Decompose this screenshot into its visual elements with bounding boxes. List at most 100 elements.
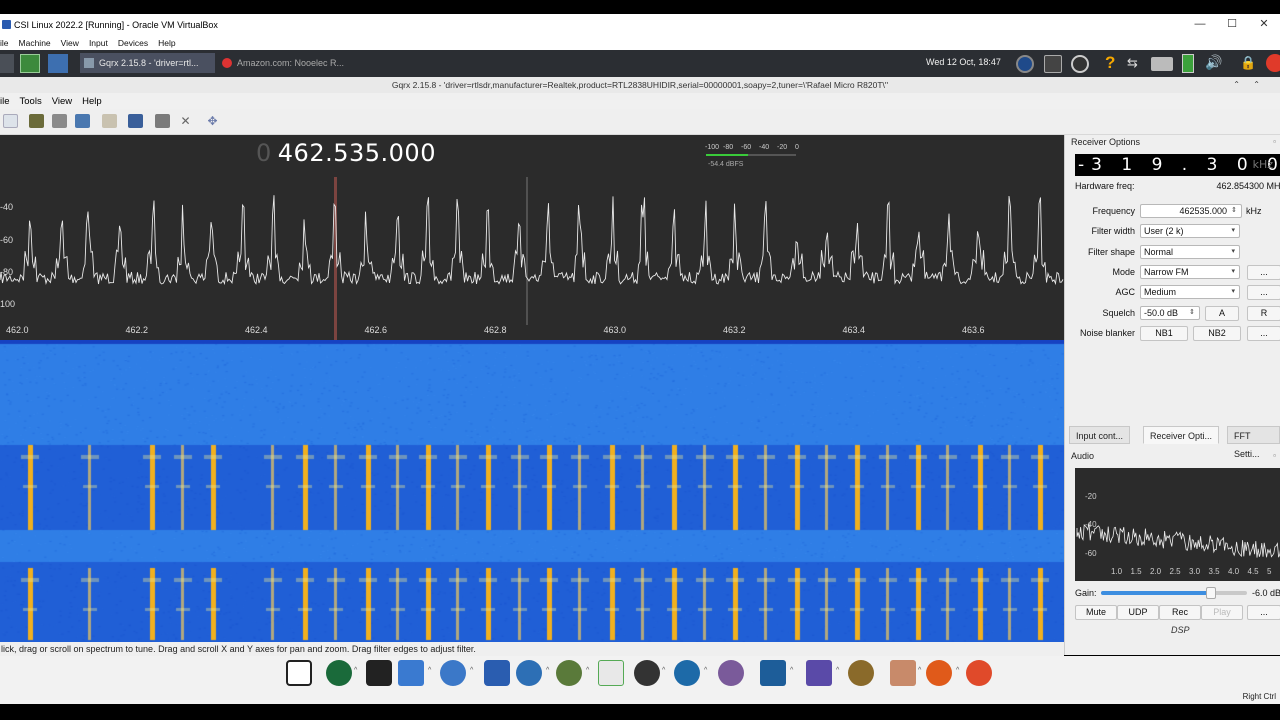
graduation-cap-icon[interactable] (966, 660, 992, 686)
terminal-icon[interactable] (366, 660, 392, 686)
network-icon[interactable]: ⇆ (1127, 55, 1138, 71)
text-editor-icon[interactable] (398, 660, 424, 686)
record-button[interactable]: Rec (1159, 605, 1201, 620)
save-icon[interactable] (75, 114, 90, 128)
system-monitor-icon[interactable] (1044, 55, 1062, 73)
tab-fft-settings[interactable]: FFT Setti... (1227, 426, 1280, 459)
nb1-button[interactable]: NB1 (1140, 326, 1188, 341)
chevron-up-icon[interactable]: ^ (704, 667, 707, 674)
chevron-up-icon[interactable]: ^ (470, 667, 473, 674)
menu-file[interactable]: ile (0, 96, 10, 107)
chevron-up-icon[interactable]: ^ (546, 667, 549, 674)
mode-select[interactable]: Narrow FM ▾ (1140, 265, 1240, 279)
vbox-menu-input[interactable]: Input (89, 38, 108, 48)
float-icon[interactable]: ▫ (1273, 137, 1276, 146)
chevron-up-icon[interactable]: ^ (586, 667, 589, 674)
minimize-icon[interactable]: — (1184, 14, 1216, 35)
media-icon[interactable] (634, 660, 660, 686)
vbox-menu-devices[interactable]: Devices (118, 38, 148, 48)
vbox-menu-help[interactable]: Help (158, 38, 175, 48)
chevron-up-icon[interactable]: ^ (428, 667, 431, 674)
volume-icon[interactable]: 🔊 (1205, 54, 1222, 71)
chevron-up-icon[interactable]: ^ (956, 667, 959, 674)
document-icon[interactable] (598, 660, 624, 686)
maximize-icon[interactable]: ⌃ (1253, 77, 1260, 93)
audio-fft-plot[interactable]: -20 -40 -60 1.0 1.5 2.0 2.5 3.0 3.5 4.0 4.5 5 (1075, 468, 1280, 581)
person-icon[interactable] (674, 660, 700, 686)
taskbar-item-gqrx[interactable]: Gqrx 2.15.8 - 'driver=rtl... (80, 53, 215, 73)
device-icon[interactable] (29, 114, 44, 128)
offset-frequency-display[interactable]: -3 1 9 . 3 0 0 kHz (1075, 154, 1280, 176)
fullscreen-icon[interactable] (155, 114, 170, 128)
vbox-menu-file[interactable]: ile (0, 38, 9, 48)
agc-select[interactable]: Medium ▾ (1140, 285, 1240, 299)
tools-icon[interactable] (484, 660, 510, 686)
menu-view[interactable]: View (52, 96, 72, 107)
spectrum-plot[interactable]: 0 462.535.000 -100 -80 -60 -40 -20 0 -54.4 dBFS… (0, 135, 1064, 340)
chevron-up-icon[interactable]: ^ (836, 667, 839, 674)
globe-icon[interactable] (326, 660, 352, 686)
vpn-icon[interactable] (1016, 55, 1034, 73)
audio-options-button[interactable]: ... (1247, 605, 1280, 620)
move-icon[interactable]: ✥ (205, 114, 220, 128)
help-icon[interactable]: ? (1105, 53, 1115, 73)
squelch-reset-button[interactable]: R (1247, 306, 1280, 321)
squelch-auto-button[interactable]: A (1205, 306, 1239, 321)
fox-icon[interactable] (926, 660, 952, 686)
play-button[interactable]: Play (1201, 605, 1243, 620)
graph-icon[interactable] (718, 660, 744, 686)
app-menu-icon[interactable] (0, 54, 14, 73)
filter-width-select[interactable]: User (2 k) ▾ (1140, 224, 1240, 238)
mode-options-button[interactable]: ... (1247, 265, 1280, 280)
chevron-up-icon[interactable]: ^ (354, 667, 357, 674)
avatar-icon[interactable] (890, 660, 916, 686)
power-icon[interactable] (1266, 54, 1280, 72)
chevron-up-icon[interactable]: ^ (790, 667, 793, 674)
mute-button[interactable]: Mute (1075, 605, 1117, 620)
bookmark-icon[interactable] (102, 114, 117, 128)
squelch-input[interactable]: -50.0 dB ⇕ (1140, 306, 1200, 320)
waterfall-display[interactable] (0, 340, 1064, 642)
taskbar-item-browser[interactable]: Amazon.com: Nooelec R... (218, 53, 353, 73)
clock-icon[interactable] (1071, 55, 1089, 73)
play-icon[interactable] (3, 114, 18, 128)
lock-icon[interactable]: 🔒 (1240, 55, 1256, 71)
sync-icon[interactable] (516, 660, 542, 686)
float-icon[interactable]: ▫ (1273, 451, 1276, 460)
monitor-icon[interactable] (48, 54, 68, 73)
csi-logo-icon[interactable] (286, 660, 312, 686)
maximize-icon[interactable]: ☐ (1216, 14, 1248, 35)
drive-icon[interactable] (1151, 57, 1173, 71)
udp-button[interactable]: UDP (1117, 605, 1159, 620)
waveform-icon[interactable] (760, 660, 786, 686)
gain-slider[interactable] (1101, 587, 1247, 599)
spin-icon[interactable]: ⇕ (1189, 307, 1195, 319)
filter-shape-select[interactable]: Normal ▾ (1140, 245, 1240, 259)
close-icon[interactable]: ✕ (1248, 14, 1280, 35)
vbox-menu-machine[interactable]: Machine (19, 38, 51, 48)
cat-icon[interactable] (848, 660, 874, 686)
chevron-up-icon[interactable]: ^ (662, 667, 665, 674)
checkmark-icon[interactable] (20, 54, 40, 73)
clock[interactable]: Wed 12 Oct, 18:47 (926, 57, 1001, 67)
agc-options-button[interactable]: ... (1247, 285, 1280, 300)
menu-help[interactable]: Help (82, 96, 102, 107)
tab-input-controls[interactable]: Input cont... (1069, 426, 1131, 444)
spin-icon[interactable]: ⇕ (1231, 205, 1237, 217)
battery-icon[interactable] (1182, 54, 1194, 73)
tools-icon[interactable]: ✕ (178, 114, 193, 128)
open-folder-icon[interactable] (52, 114, 67, 128)
chevron-up-icon[interactable]: ^ (918, 667, 921, 674)
frequency-input[interactable]: 462535.000 ⇕ (1140, 204, 1242, 218)
gain-slider-handle[interactable] (1205, 587, 1216, 599)
menu-tools[interactable]: Tools (20, 96, 42, 107)
minimize-icon[interactable]: ⌃ (1233, 77, 1240, 93)
notebook-icon[interactable] (806, 660, 832, 686)
browser-icon[interactable] (440, 660, 466, 686)
tab-receiver-options[interactable]: Receiver Opti... (1143, 426, 1220, 444)
nb2-button[interactable]: NB2 (1193, 326, 1241, 341)
nb-options-button[interactable]: ... (1247, 326, 1280, 341)
tor-icon[interactable] (556, 660, 582, 686)
vbox-menu-view[interactable]: View (61, 38, 79, 48)
screenshot-icon[interactable] (128, 114, 143, 128)
